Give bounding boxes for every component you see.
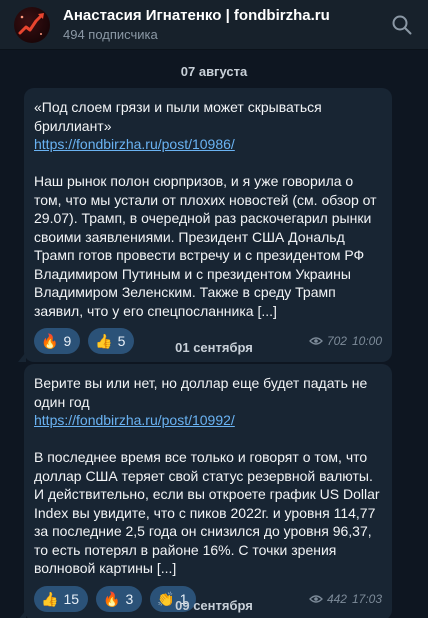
search-button[interactable] — [388, 11, 416, 39]
message-text: Верите вы или нет, но доллар еще будет п… — [34, 374, 382, 578]
post-link[interactable]: https://fondbirzha.ru/post/10992/ — [34, 411, 382, 430]
date-separator: 01 сентября — [175, 340, 253, 355]
channel-title[interactable]: Анастасия Игнатенко | fondbirzha.ru — [63, 6, 388, 25]
header-text: Анастасия Игнатенко | fondbirzha.ru 494 … — [63, 6, 388, 43]
subscriber-count: 494 подписчика — [63, 27, 158, 42]
message-text: «Под слоем грязи и пыли может скрываться… — [34, 98, 382, 320]
message-body: В последнее время все только и говорят о… — [34, 449, 380, 576]
date-separator: 07 августа — [180, 64, 248, 79]
search-icon — [392, 15, 412, 34]
message-body: Наш рынок полон сюрпризов, и я уже говор… — [34, 173, 377, 319]
message-bubble[interactable]: Верите вы или нет, но доллар еще будет п… — [18, 364, 392, 618]
channel-header[interactable]: Анастасия Игнатенко | fondbirzha.ru 494 … — [0, 0, 428, 50]
channel-avatar[interactable] — [14, 6, 50, 43]
message-bubble[interactable]: «Под слоем грязи и пыли может скрываться… — [18, 88, 392, 362]
avatar-chart-icon — [18, 12, 44, 35]
message-title: «Под слоем грязи и пыли может скрываться… — [34, 99, 322, 134]
message-title: Верите вы или нет, но доллар еще будет п… — [34, 375, 368, 410]
date-separator: 09 сентября — [175, 598, 253, 613]
post-link[interactable]: https://fondbirzha.ru/post/10986/ — [34, 135, 382, 154]
